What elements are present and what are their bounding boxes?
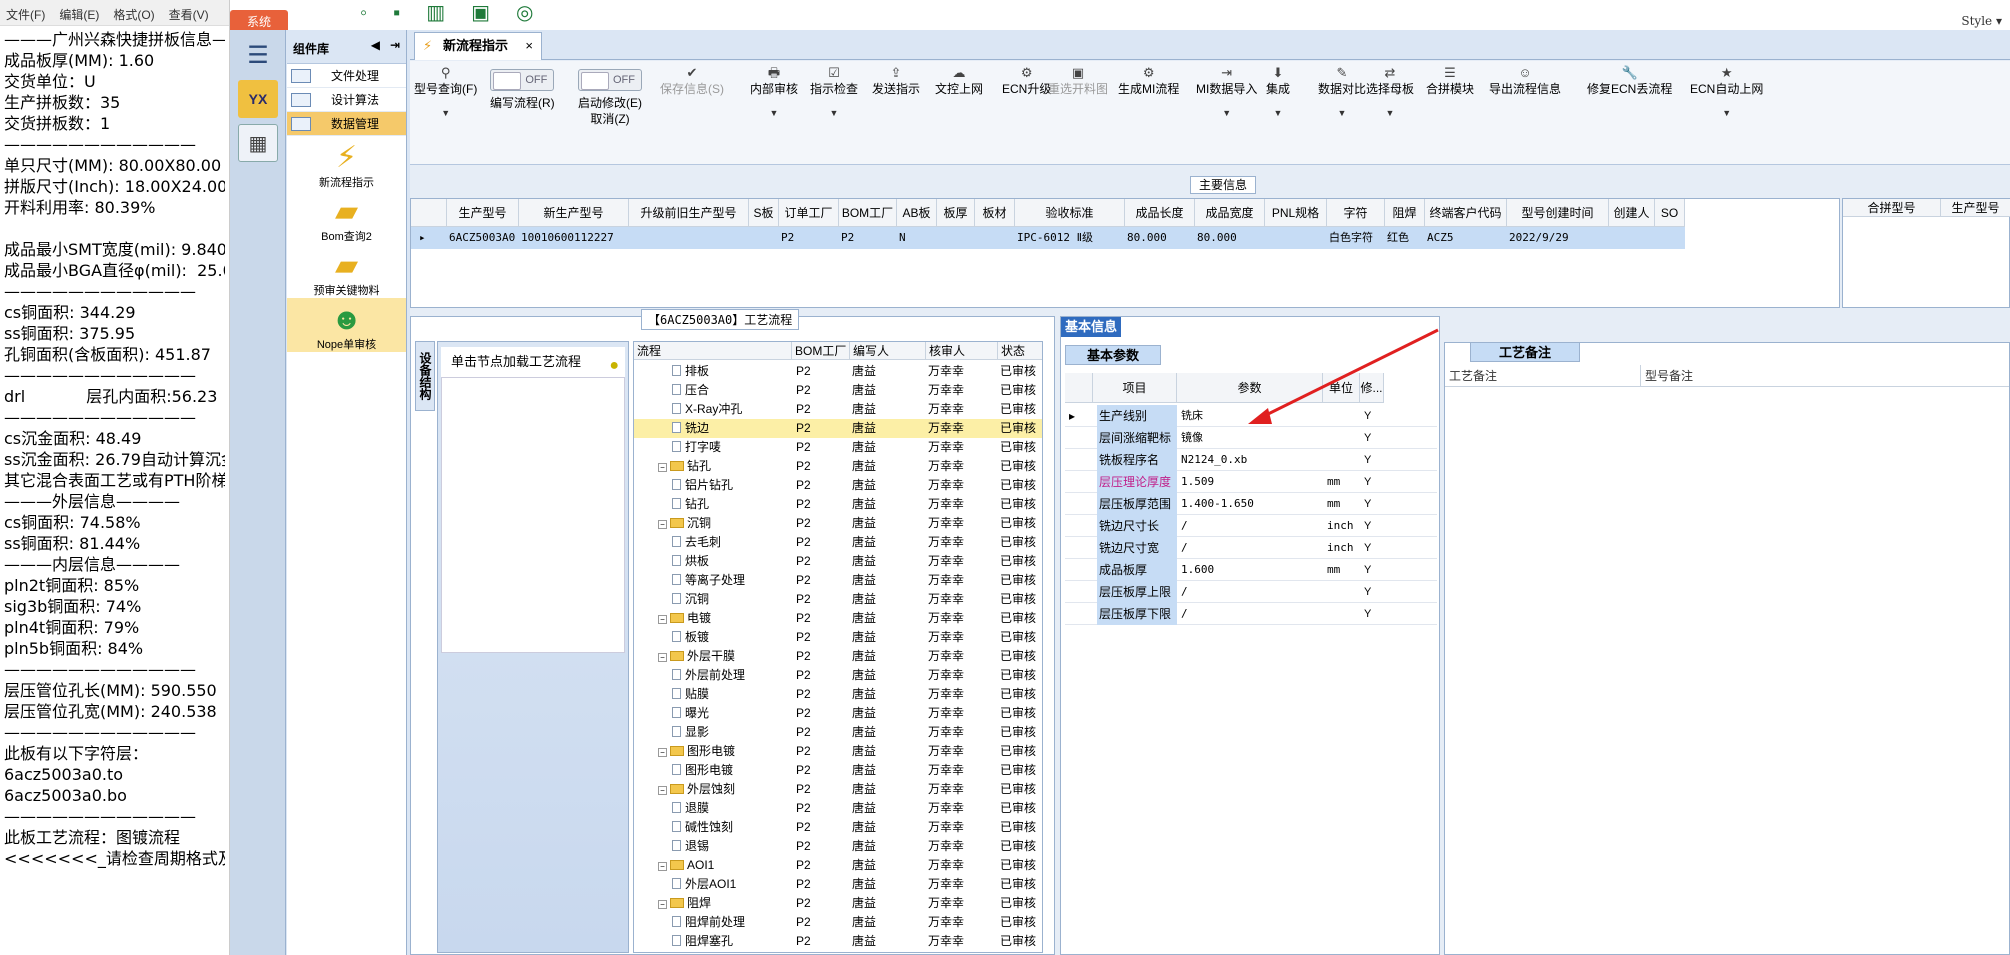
notepad-line: cs铜面积: 74.58% [4,513,141,532]
notepad-line: cs沉金面积: 48.49 [4,429,142,448]
notepad-line: ———内层信息———— [4,555,181,574]
system-tab[interactable]: 系统 [230,10,288,30]
notepad-line: cs铜面积: 344.29 [4,303,136,322]
menu-view[interactable]: 查看(V) [169,8,209,22]
left-rail: ☰ YX ▦ [230,30,286,955]
notepad-line: 此板有以下字符层： [4,744,149,763]
notepad-line: 拼版尺寸(Inch): 18.00X24.00 [4,177,225,196]
arrow-head [1248,408,1272,424]
notepad-window: 文件(F) 编辑(E) 格式(O) 查看(V) ———广州兴森快捷拼板信息— 成品板厚(… [0,0,230,955]
comp-item-label: 文件处理 [331,69,380,83]
menu-file[interactable]: 文件(F) [6,8,45,22]
notepad-line: 成品最小SMT宽度(mil): 9.840 [4,240,225,259]
comp-item-label: 数据管理 [331,117,380,131]
notepad-line [4,218,225,239]
comp-new-flow[interactable]: ⚡ 新流程指示 [287,136,406,190]
notepad-line: 6acz5003a0.bo [4,786,127,805]
notepad-line: 交货拼板数：1 [4,114,111,133]
component-library-header: 组件库 ◀ ⇥ [287,30,406,64]
comp-item-label: 设计算法 [331,93,380,107]
comp-big-label: 新流程指示 [319,177,374,189]
search-icon[interactable]: ◦ [360,2,393,24]
notepad-line: pln5b铜面积: 84% [4,639,144,658]
link-icon[interactable]: ◎ [516,2,559,24]
notepad-line: ———————————— [4,807,196,826]
comp-nope-review[interactable]: ☻ Nope单审核 [287,298,406,352]
notepad-line: ———————————— [4,660,196,679]
style-dropdown[interactable]: Style ▾ [1961,14,2002,28]
notepad-line: 成品板厚(MM): 1.60 [4,51,155,70]
table-icon [291,93,311,107]
image-icon[interactable]: ▣ [471,2,516,24]
folder-icon: ▰ [334,249,359,282]
annotation-arrow [1248,328,1439,424]
notepad-line: ———————————— [4,408,196,427]
collapse-left-icon[interactable]: ◀ [371,38,380,52]
notepad-line: 其它混合表面工艺或有PTH阶梯 [4,471,225,490]
app-window: 系统 ◦▪▥▣◎ Style ▾ ☰ YX ▦ 组件库 ◀ ⇥ 文件处理 设计算… [230,0,2010,955]
notepad-line: sig3b铜面积: 74% [4,597,142,616]
table-icon [291,69,311,83]
comp-big-label: Bom查询2 [321,231,372,243]
comp-item-algorithm[interactable]: 设计算法 [287,88,406,112]
notepad-line: 成品最小BGA直径φ(mil): 25.00 [4,261,225,280]
table-icon [291,117,311,131]
menu-format[interactable]: 格式(O) [113,8,154,22]
menu-edit[interactable]: 编辑(E) [59,8,99,22]
notepad-line: 单只尺寸(MM): 80.00X80.00 [4,156,222,175]
notepad-line: 层压管位孔宽(MM): 240.538 [4,702,217,721]
notepad-line: 开料利用率: 80.39% [4,198,156,217]
comp-precheck[interactable]: ▰ 预审关键物料 [287,244,406,298]
notepad-line: ———————————— [4,135,196,154]
lightning-icon: ⚡ [335,141,358,174]
notepad-line: ———————————— [4,723,196,742]
calculator-icon[interactable]: ▦ [238,124,278,162]
comp-bom-query[interactable]: ▰ Bom查询2 [287,190,406,244]
logo-icon[interactable]: YX [238,80,278,118]
notepad-line: 此板工艺流程：图镀流程 [4,828,181,847]
notepad-line: ———外层信息———— [4,492,181,511]
notepad-line: 孔铜面积(含板面积): 451.87 [4,345,211,364]
main-area: ⚡ 新流程指示 × ⚲ 型号查询(F) ▼ OFF 编写流程(R) OFF 启动修改(E… [410,30,2010,955]
quick-access-icons: ◦▪▥▣◎ [360,0,559,25]
notepad-text[interactable]: ———广州兴森快捷拼板信息— 成品板厚(MM): 1.60 交货单位：U 生产拼板数：… [0,29,229,869]
folder-icon: ▰ [334,195,359,228]
bar-icon[interactable]: ▪ [393,2,426,24]
notepad-line: 层压管位孔长(MM): 590.550 [4,681,217,700]
notepad-line: ss铜面积: 375.95 [4,324,136,343]
notepad-line: 6acz5003a0.to [4,765,124,784]
pin-icon[interactable]: ⇥ [390,38,400,52]
notepad-line: ss铜面积: 81.44% [4,534,141,553]
notepad-line: ———————————— [4,282,196,301]
notepad-line: 生产拼板数：35 [4,93,121,112]
arrow-line [1259,328,1439,420]
component-library: 组件库 ◀ ⇥ 文件处理 设计算法 数据管理 ⚡ 新流程指示 ▰ Bom查询2 ▰ 预… [287,30,407,955]
notepad-line: ———广州兴森快捷拼板信息— [4,30,225,49]
chart-icon[interactable]: ▥ [426,2,471,24]
menu-icon[interactable]: ☰ [238,36,278,74]
user-icon: ☻ [330,303,363,336]
notepad-line: 交货单位：U [4,72,96,91]
notepad-line: pln2t铜面积: 85% [4,576,140,595]
notepad-line: ss沉金面积: 26.79自动计算沉金 [4,450,225,469]
component-library-title: 组件库 [293,42,330,56]
comp-big-label: 预审关键物料 [313,285,380,297]
comp-big-label: Nope单审核 [316,339,377,351]
comp-item-file[interactable]: 文件处理 [287,64,406,88]
notepad-line: <<<<<<<_请检查周期格式及位 [4,849,225,868]
notepad-line: ———————————— [4,366,196,385]
notepad-line: drl 层孔内面积:56.23 [4,387,218,406]
comp-item-data[interactable]: 数据管理 [287,112,406,136]
notepad-menubar: 文件(F) 编辑(E) 格式(O) 查看(V) [0,0,229,26]
notepad-line: pln4t铜面积: 79% [4,618,140,637]
